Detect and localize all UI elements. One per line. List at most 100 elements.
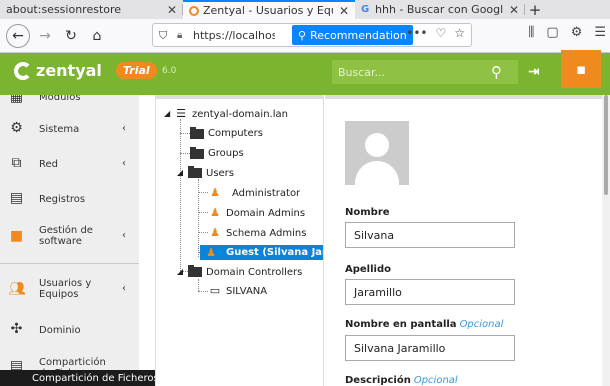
url-text[interactable]: https://localhost <box>193 29 275 42</box>
shield-icon[interactable]: ⛉ <box>159 29 171 42</box>
tab-google-search[interactable]: G hhh - Buscar con Google ✕ <box>355 0 525 19</box>
tree-node-group[interactable]: ♟ Domain Admins <box>208 207 305 219</box>
browser-tab-bar: about:sessionrestore ✕ Zentyal - Usuario… <box>0 0 610 19</box>
nombre-value: Silvana <box>354 228 395 242</box>
sidebar-item-red[interactable]: ⧉ Red ‹ <box>0 151 139 177</box>
tree-connector <box>198 212 208 213</box>
tree-node-label: Domain Controllers <box>206 266 303 278</box>
zentyal-favicon-icon <box>189 5 199 16</box>
sidebar-icon[interactable]: ▢ <box>546 25 558 40</box>
extension-icon[interactable]: ⚙ <box>571 25 583 40</box>
chevron-left-icon: ‹ <box>122 283 126 294</box>
tree-node-label: Users <box>206 167 235 179</box>
close-icon[interactable]: ✕ <box>339 4 349 18</box>
back-button[interactable]: ← <box>6 23 30 48</box>
recommendation-label: Recommendation <box>310 28 407 42</box>
save-changes-button[interactable]: ▪ <box>561 50 601 88</box>
menu-icon[interactable]: ☰ <box>594 25 606 40</box>
new-tab-button[interactable]: + <box>525 0 545 19</box>
apellido-field[interactable]: Jaramillo <box>345 279 515 305</box>
close-icon[interactable]: ✕ <box>509 3 519 17</box>
expand-arrow-icon[interactable]: ◢ <box>176 266 184 278</box>
search-placeholder: Buscar... <box>338 65 386 79</box>
zentyal-logo-icon <box>14 61 32 80</box>
zentyal-logo[interactable]: zentyal <box>14 61 102 80</box>
library-icon[interactable]: ⫼ <box>528 25 534 40</box>
sidebar-item-usuarios-equipos[interactable]: 👥︎ Usuarios y Equipos ‹ <box>0 273 139 303</box>
home-button[interactable]: ⌂ <box>86 25 108 47</box>
tooltip-text: Compartición de Ficheros <box>32 372 159 384</box>
nombre-pantalla-value: Silvana Jaramillo <box>354 341 446 355</box>
tree-top-bar <box>156 95 323 99</box>
forward-button[interactable]: → <box>34 25 56 47</box>
expand-arrow-icon[interactable]: ◢ <box>176 167 184 179</box>
nombre-field[interactable]: Silvana <box>345 222 515 248</box>
sidebar-item-label: Usuarios y Equipos <box>39 278 92 300</box>
recommendation-button[interactable]: ⚲ Recommendation <box>292 25 413 45</box>
close-icon[interactable]: ✕ <box>167 3 177 17</box>
logout-icon[interactable]: ⇥ <box>528 64 546 82</box>
sidebar-item-modulos[interactable]: ▦ Módulos <box>0 95 139 105</box>
tree-node-label: Domain Admins <box>226 207 306 219</box>
tree-node-selected-user[interactable]: ♟ Guest (Silvana Jaramillo) <box>200 245 323 260</box>
version-text: 6.0 <box>162 66 177 76</box>
pocket-icon[interactable]: ♡ <box>435 26 446 40</box>
tree-node-label: Computers <box>208 128 263 139</box>
url-bar[interactable]: ⛉ 🔒︎ https://localhost ⚲ Recommendation … <box>152 23 472 47</box>
nombre-pantalla-field[interactable]: Silvana Jaramillo <box>345 335 515 361</box>
tree-connector <box>198 179 199 257</box>
sidebar-item-dominio[interactable]: ✣ Dominio <box>0 317 139 343</box>
sidebar-item-registros[interactable]: ▤ Registros <box>0 186 139 212</box>
tree-connector <box>198 291 208 292</box>
folder-icon <box>190 126 204 139</box>
search-icon[interactable]: ⚲ <box>491 63 502 81</box>
tree-node-users[interactable]: ◢ Users <box>176 166 235 179</box>
tree-node-groups[interactable]: Groups <box>190 146 244 159</box>
computer-icon: ▭ <box>209 284 221 297</box>
expand-arrow-icon[interactable]: ◢ <box>164 108 170 120</box>
document-icon: ▤ <box>9 190 24 206</box>
tree-node-root[interactable]: ◢ ☰ zentyal-domain.lan <box>164 108 288 120</box>
group-icon: ♟ <box>210 226 220 239</box>
bookmark-star-icon[interactable]: ☆ <box>454 26 465 40</box>
tree-node-computer[interactable]: ▭ SILVANA <box>208 285 267 297</box>
sidebar-item-label: Dominio <box>39 325 81 336</box>
tree-connector <box>198 279 199 291</box>
tree-node-user[interactable]: ♟ Administrator <box>208 187 300 199</box>
folder-icon <box>190 146 204 159</box>
descripcion-label: Descripción Opcional <box>345 375 458 386</box>
reload-button[interactable]: ↻ <box>60 25 82 47</box>
nombre-pantalla-label-text: Nombre en pantalla <box>345 319 457 330</box>
app-header: zentyal Trial 6.0 Buscar... ⚲ ⇥ <box>0 53 610 95</box>
tree-node-label: Guest (Silvana Jaramillo) <box>226 247 323 258</box>
optional-tag: Opcional <box>459 319 504 330</box>
modules-icon: ▦ <box>9 95 24 105</box>
chevron-left-icon: ‹ <box>122 230 126 241</box>
tree-node-label: SILVANA <box>226 285 268 297</box>
scrollbar-thumb[interactable] <box>604 95 608 195</box>
tree-connector <box>198 192 208 193</box>
folder-icon <box>188 166 202 178</box>
page-scrollbar[interactable] <box>602 95 610 386</box>
tree-connector <box>198 232 208 233</box>
avatar[interactable] <box>345 121 409 185</box>
tab-label: Zentyal - Usuarios y Equipos <box>203 4 333 17</box>
tree-node-domain-controllers[interactable]: ◢ Domain Controllers <box>176 265 303 278</box>
tree-connector <box>180 153 190 154</box>
tab-zentyal[interactable]: Zentyal - Usuarios y Equipos ✕ <box>183 0 355 19</box>
tab-session-restore[interactable]: about:sessionrestore ✕ <box>0 0 183 19</box>
sidebar-item-gestion-software[interactable]: ■ Gestión de software ‹ <box>0 220 139 250</box>
tree-node-group[interactable]: ♟ Schema Admins <box>208 227 306 239</box>
tab-separator <box>524 4 525 15</box>
tree-node-computers[interactable]: Computers <box>190 126 263 139</box>
tooltip: Compartición de Ficheros <box>0 370 175 386</box>
tree-node-label: zentyal-domain.lan <box>192 108 288 120</box>
package-icon: ■ <box>9 228 24 244</box>
form-top-bar <box>325 95 605 99</box>
directory-tree: ◢ ☰ zentyal-domain.lan Computers Groups … <box>155 95 324 386</box>
lock-icon[interactable]: 🔒︎ <box>177 30 189 41</box>
user-detail-form: Nombre Silvana Apellido Jaramillo Nombre… <box>325 95 605 386</box>
more-actions-icon[interactable]: ••• <box>406 26 427 40</box>
sidebar-item-sistema[interactable]: ⚙ Sistema ‹ <box>0 116 139 142</box>
user-icon: ♟ <box>206 245 216 259</box>
